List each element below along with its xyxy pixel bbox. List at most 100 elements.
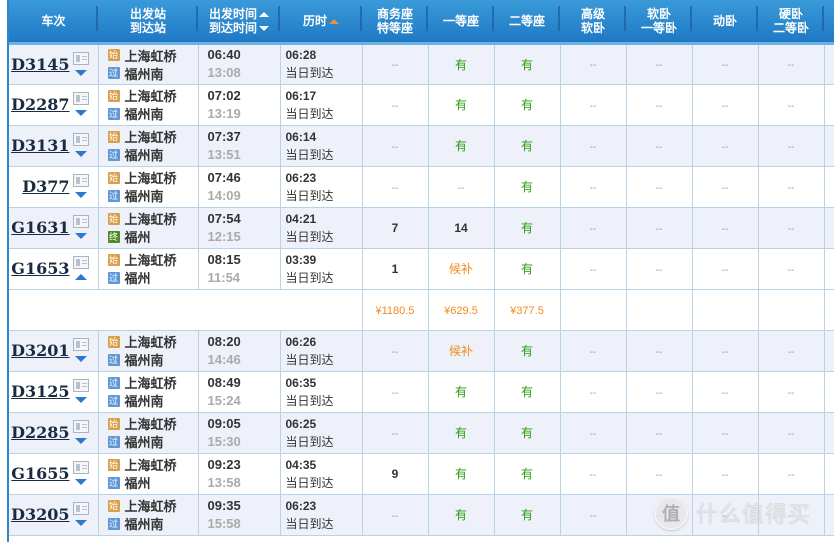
seat-hard-sleeper-cell: -- bbox=[758, 125, 825, 167]
arrival-day-note: 当日到达 bbox=[285, 434, 334, 449]
departure-station: 上海虹桥 bbox=[124, 171, 177, 186]
train-number-link[interactable]: D3131 bbox=[11, 136, 69, 155]
train-number-link[interactable]: D3125 bbox=[11, 382, 69, 401]
departure-time: 09:35 bbox=[207, 497, 241, 513]
seat-second-class-cell[interactable]: 有 bbox=[494, 453, 561, 495]
expand-arrow-icon[interactable] bbox=[74, 519, 87, 526]
header-times[interactable]: 出发时间 到达时间 bbox=[198, 0, 280, 45]
duration: 06:14 bbox=[285, 129, 317, 144]
seat-second-class-cell[interactable]: 有 bbox=[494, 330, 561, 372]
expand-arrow-icon[interactable] bbox=[74, 396, 87, 403]
train-info-card-icon[interactable] bbox=[72, 132, 89, 146]
duration-cell: 06:23 当日到达 bbox=[280, 166, 363, 208]
train-info-card-icon[interactable] bbox=[72, 214, 89, 228]
seat-hard-sleeper-cell: -- bbox=[758, 166, 825, 208]
seat-second-class-cell[interactable]: 有 bbox=[494, 207, 561, 249]
train-row: G1631 始上海虹桥终福州 07:54 12:15 04:21 当日到达 7 14 有 -- --… bbox=[9, 207, 834, 249]
seat-first-class-cell[interactable]: 有 bbox=[428, 453, 495, 495]
train-number-link[interactable]: G1655 bbox=[11, 464, 69, 483]
seat-availability: 有 bbox=[520, 221, 533, 235]
train-number-link[interactable]: D3145 bbox=[11, 55, 69, 74]
station-cell: 始上海虹桥终福州 bbox=[98, 207, 199, 249]
train-info-card-icon[interactable] bbox=[72, 51, 89, 65]
train-number-link[interactable]: D377 bbox=[22, 177, 69, 196]
seat-second-class-cell[interactable]: 有 bbox=[494, 84, 561, 126]
seat-business-seat-cell: -- bbox=[362, 412, 429, 454]
seat-first-class-cell[interactable]: 有 bbox=[428, 494, 495, 536]
train-info-card-icon[interactable] bbox=[72, 460, 89, 474]
departure-station: 上海虹桥 bbox=[124, 130, 177, 145]
station-tag-pass-icon: 过 bbox=[107, 189, 120, 202]
seat-first-class-cell[interactable]: 候补 bbox=[428, 248, 495, 290]
sort-arrival-time[interactable]: 到达时间 bbox=[209, 21, 269, 35]
train-number-link[interactable]: D3205 bbox=[11, 505, 69, 524]
expand-arrow-icon[interactable] bbox=[74, 232, 87, 239]
seat-first-class-cell[interactable]: 有 bbox=[428, 412, 495, 454]
seat-business-seat-cell[interactable]: 7 bbox=[362, 207, 429, 249]
seat-availability: 有 bbox=[454, 467, 467, 481]
seat-availability: -- bbox=[787, 223, 795, 235]
seat-second-class-cell[interactable]: 有 bbox=[494, 248, 561, 290]
header-duration[interactable]: 历时 bbox=[280, 0, 362, 45]
seat-first-class-cell[interactable]: 有 bbox=[428, 84, 495, 126]
sort-departure-time[interactable]: 出发时间 bbox=[209, 7, 269, 21]
train-info-card-icon[interactable] bbox=[72, 255, 89, 269]
time-cell: 07:46 14:09 bbox=[198, 166, 281, 208]
seat-first-class-cell[interactable]: 有 bbox=[428, 371, 495, 413]
seat-business-seat-cell[interactable]: 1 bbox=[362, 248, 429, 290]
arrival-time: 13:08 bbox=[207, 65, 241, 80]
seat-availability: 有 bbox=[520, 262, 533, 276]
arrival-station: 福州南 bbox=[124, 394, 164, 409]
train-info-card-icon[interactable] bbox=[72, 173, 89, 187]
station-tag-pass-icon: 过 bbox=[107, 476, 120, 489]
seat-second-class-cell[interactable]: 有 bbox=[494, 125, 561, 167]
train-info-card-icon[interactable] bbox=[72, 378, 89, 392]
seat-second-class-cell[interactable]: 有 bbox=[494, 494, 561, 536]
train-results-panel: 车次 出发站 到达站 出发时间 到达时间 历时 商务座 特等座 一等座 二等座 高级… bbox=[7, 0, 834, 542]
expand-arrow-icon[interactable] bbox=[74, 191, 87, 198]
expand-arrow-icon[interactable] bbox=[74, 355, 87, 362]
expand-arrow-icon[interactable] bbox=[74, 478, 87, 485]
seat-second-class-cell[interactable]: 有 bbox=[494, 166, 561, 208]
expand-arrow-icon[interactable] bbox=[74, 437, 87, 444]
train-number-link[interactable]: D2285 bbox=[11, 423, 69, 442]
price-row-spacer bbox=[9, 289, 363, 331]
seat-availability: -- bbox=[787, 510, 795, 522]
seat-deluxe-sleeper-cell: -- bbox=[560, 207, 627, 249]
seat-second-class-cell[interactable]: 有 bbox=[494, 43, 561, 85]
train-number-cell: D3205 bbox=[9, 494, 99, 536]
seat-availability: 有 bbox=[520, 57, 533, 72]
train-number-link[interactable]: G1653 bbox=[11, 259, 69, 278]
expand-arrow-icon[interactable] bbox=[74, 69, 87, 76]
collapse-arrow-icon[interactable] bbox=[74, 273, 87, 280]
seat-soft-sleeper-cell: -- bbox=[626, 43, 693, 85]
expand-arrow-icon[interactable] bbox=[74, 150, 87, 157]
duration-cell: 06:26 当日到达 bbox=[280, 330, 363, 372]
expand-arrow-icon[interactable] bbox=[74, 109, 87, 116]
station-cell: 始上海虹桥过福州 bbox=[98, 248, 199, 290]
seat-second-class-cell[interactable]: 有 bbox=[494, 371, 561, 413]
seat-first-class-cell[interactable]: 14 bbox=[428, 207, 495, 249]
train-info-card-icon[interactable] bbox=[72, 91, 89, 105]
train-number-link[interactable]: D2287 bbox=[11, 95, 69, 114]
train-info-card-icon[interactable] bbox=[72, 419, 89, 433]
seat-availability: -- bbox=[457, 182, 465, 194]
sort-asc-icon[interactable] bbox=[259, 12, 269, 18]
arrival-time: 13:19 bbox=[207, 105, 241, 121]
seat-deluxe-sleeper-cell: -- bbox=[560, 453, 627, 495]
seat-second-class-cell[interactable]: 有 bbox=[494, 412, 561, 454]
train-number-link[interactable]: D3201 bbox=[11, 341, 69, 360]
seat-first-class-cell[interactable]: 候补 bbox=[428, 330, 495, 372]
seat-first-class-cell[interactable]: 有 bbox=[428, 125, 495, 167]
train-number-link[interactable]: G1631 bbox=[11, 218, 69, 237]
arrival-station: 福州南 bbox=[124, 189, 164, 204]
sort-asc-icon[interactable] bbox=[329, 19, 339, 25]
train-info-card-icon[interactable] bbox=[72, 337, 89, 351]
seat-business-seat-cell[interactable]: 9 bbox=[362, 453, 429, 495]
header-second-class: 二等座 bbox=[494, 0, 560, 45]
seat-first-class-cell[interactable]: 有 bbox=[428, 43, 495, 85]
sort-desc-icon[interactable] bbox=[259, 26, 269, 32]
seat-availability: 有 bbox=[454, 426, 467, 440]
train-info-card-icon[interactable] bbox=[72, 501, 89, 515]
departure-station: 上海虹桥 bbox=[124, 48, 177, 64]
